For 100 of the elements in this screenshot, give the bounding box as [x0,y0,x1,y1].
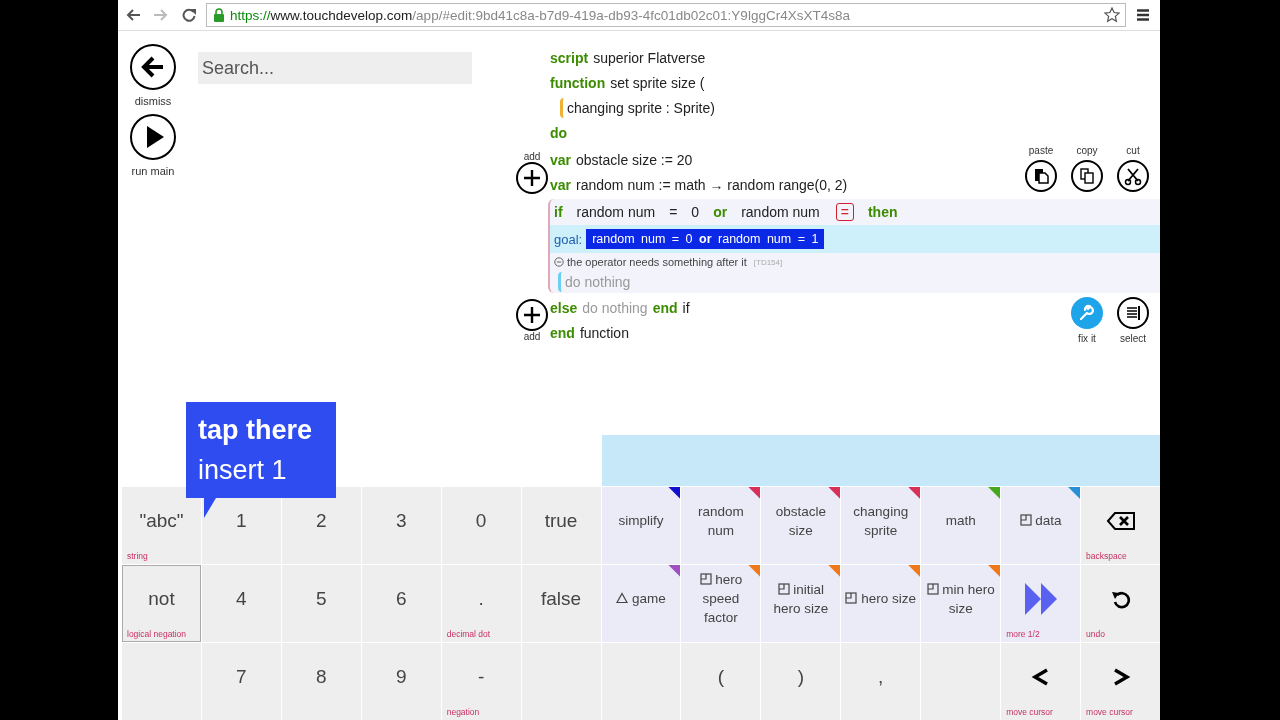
token-key[interactable]: math [921,487,1001,564]
key-hint: backspace [1086,551,1127,561]
token-key[interactable]: obstacle size [761,487,841,564]
key[interactable]: not logical negation [122,565,201,642]
key[interactable]: false [521,565,601,642]
action-key[interactable]: backspace [1081,487,1160,564]
reload-icon [182,8,196,22]
keyword: do [550,124,568,141]
code-text: changing sprite : Sprite) [567,99,715,116]
dismiss-button[interactable]: dismiss [129,43,177,107]
key-hint: move cursor [1086,707,1133,717]
key-hint: decimal dot [446,629,491,639]
copy-button[interactable]: copy [1070,145,1104,193]
record-icon [777,582,790,595]
key[interactable]: 3 [361,487,441,564]
code-text: set sprite size ( [610,74,705,91]
error-operator[interactable]: = [835,203,854,221]
action-key[interactable]: move cursor [1081,643,1160,720]
more-key[interactable]: more 1/2 [1001,565,1081,642]
key[interactable]: ) [761,643,841,720]
url-text: https://www.touchdevelop.com/app/#edit:9bd41c8a-b7d9-419a-db93-4fc01db02c01:Y9lggCr4XsXT4s8a [230,7,851,23]
code-text: superior Flatverse [593,49,706,66]
key-hint: string [127,551,148,561]
token-key[interactable]: hero speed factor [681,565,761,642]
key[interactable]: 7 [201,643,281,720]
key-hint: undo [1086,629,1105,639]
keyword: if [554,204,563,220]
code-text: 0 [691,204,700,220]
placeholder-text: do nothing [582,299,648,316]
code-text: random num := math → random range(0, 2) [576,176,848,193]
chevron-left-icon [1030,666,1051,687]
paste-button[interactable]: paste [1024,145,1058,193]
token-key[interactable]: simplify [601,487,681,564]
arrow-left-icon [129,43,177,91]
token-key[interactable]: min hero size [921,565,1001,642]
action-key[interactable]: undo [1081,565,1160,642]
key[interactable]: "abc" string [122,487,201,564]
add-button[interactable]: add [516,150,548,194]
list-icon [1116,296,1150,330]
key[interactable]: , [841,643,921,720]
key[interactable]: 6 [361,565,441,642]
error-icon [554,257,564,267]
token-key[interactable]: random num [681,487,761,564]
key-hint: more 1/2 [1006,629,1040,639]
key[interactable]: 4 [201,565,281,642]
token-key[interactable]: initial hero size [761,565,841,642]
keyword: end [652,299,678,316]
code-text: random num [741,204,820,220]
key-hint: move cursor [1006,707,1053,717]
key[interactable]: true [521,487,601,564]
wrench-icon [1070,296,1104,330]
goal-label: goal: [554,231,583,247]
token-key[interactable]: game [601,565,681,642]
bracket [558,272,562,292]
lock-icon [213,8,225,22]
token-key[interactable]: hero size [841,565,921,642]
cut-button[interactable]: cut [1116,145,1150,193]
error-code: [TD154] [753,257,783,267]
triangle-icon [616,592,629,604]
keyword: end [550,324,575,341]
plus-icon [516,298,548,331]
address-bar[interactable]: https://www.touchdevelop.com/app/#edit:9bd41c8a-b7d9-419a-db93-4fc01db02c01:Y9lggCr4XsXT4s8a [206,3,1126,27]
key[interactable]: ( [681,643,761,720]
star-icon [1104,7,1120,23]
tooltip-title: tap there [198,414,314,447]
copy-icon [1070,159,1104,193]
token-key[interactable]: changing sprite [841,487,921,564]
add-button[interactable]: add [516,298,548,342]
key[interactable]: - negation [441,643,521,720]
record-icon [926,582,939,595]
key[interactable]: 9 [361,643,441,720]
menu-icon [1136,8,1150,22]
play-icon [129,113,177,161]
placeholder-text: do nothing [565,274,631,290]
select-button[interactable]: select [1116,296,1150,344]
key[interactable]: 5 [281,565,361,642]
code-text: random num [576,204,656,220]
goal-expression: random num = 0 or random num = 1 [586,229,825,249]
record-icon [1019,514,1032,526]
paste-icon [1024,159,1058,193]
action-key[interactable]: move cursor [1001,643,1081,720]
key[interactable]: 0 [441,487,521,564]
backspace-icon [1105,510,1136,531]
record-icon [699,573,712,585]
keyword: else [550,299,578,316]
token-key[interactable]: data [1001,487,1081,564]
error-message: the operator needs something after it [567,256,747,268]
scissors-icon [1116,159,1150,193]
fix-button[interactable]: fix it [1070,296,1104,344]
key-hint: logical negation [127,629,187,639]
code-text: = [669,204,678,220]
arrow-right-icon [154,8,168,22]
key-hint: negation [446,707,480,717]
search-field[interactable]: Search... [198,52,472,84]
key[interactable]: 8 [281,643,361,720]
code-text: if [682,299,690,316]
run-button[interactable]: run main [129,113,177,177]
keyword: function [550,74,606,91]
key[interactable]: . decimal dot [441,565,521,642]
code-text: obstacle size := 20 [576,151,693,168]
